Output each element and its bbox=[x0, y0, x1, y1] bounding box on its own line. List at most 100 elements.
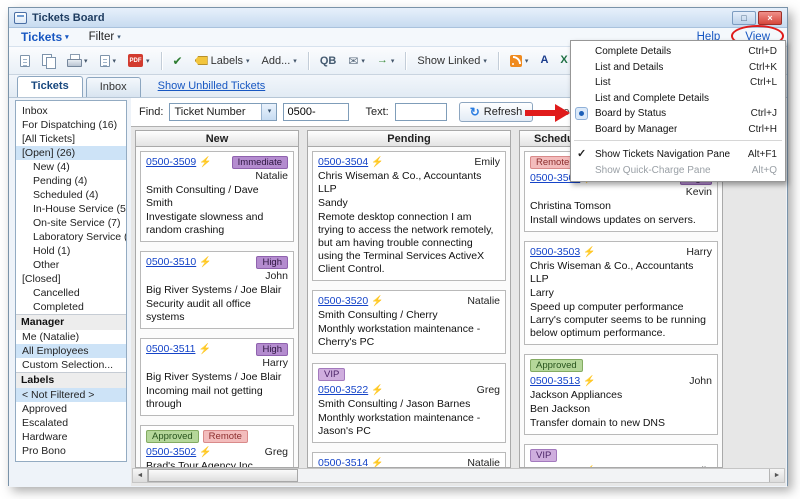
sidebar-item-open-26[interactable]: [Open] (26) bbox=[16, 146, 126, 160]
sidebar-item-pending-4[interactable]: Pending (4) bbox=[16, 174, 126, 188]
sidebar-item-escalated[interactable]: Escalated bbox=[16, 416, 126, 430]
ticket-row: 0500-3509⚡Immediate bbox=[146, 156, 288, 169]
refresh-button[interactable]: ↻ Refresh bbox=[459, 102, 534, 122]
rss-button[interactable]: ▾ bbox=[505, 50, 534, 72]
view-menu-item-board-by-manager[interactable]: Board by ManagerCtrl+H bbox=[571, 122, 785, 138]
chevron-down-icon: ▾ bbox=[261, 104, 276, 120]
ticket-card[interactable]: 0500-3509⚡ImmediateNatalieSmith Consulti… bbox=[140, 151, 294, 242]
ticket-link[interactable]: 0500-3504 bbox=[318, 156, 368, 169]
view-menu-item-list-and-details[interactable]: List and DetailsCtrl+K bbox=[571, 60, 785, 76]
lightning-icon: ⚡ bbox=[583, 246, 595, 259]
ticket-number-input[interactable] bbox=[283, 103, 349, 121]
show-linked-button[interactable]: Show Linked▾ bbox=[412, 50, 492, 72]
sidebar-item-for-dispatching-16[interactable]: For Dispatching (16) bbox=[16, 118, 126, 132]
sidebar-item-closed[interactable]: [Closed] bbox=[16, 272, 126, 286]
sidebar-item-cancelled[interactable]: Cancelled bbox=[16, 286, 126, 300]
font-button[interactable]: A bbox=[535, 50, 553, 72]
sidebar-item-all-employees[interactable]: All Employees bbox=[16, 344, 126, 358]
complete-button[interactable]: ✔ bbox=[168, 50, 188, 72]
ticket-link[interactable]: 0500-3511 bbox=[146, 343, 195, 356]
text-search-input[interactable] bbox=[395, 103, 447, 121]
ticket-card[interactable]: 0500-3510⚡HighJohnBig River Systems / Jo… bbox=[140, 251, 294, 329]
company-line: Smith Consulting / Cherry bbox=[318, 309, 500, 322]
show-unbilled-tickets-link[interactable]: Show Unbilled Tickets bbox=[158, 80, 266, 92]
sidebar-item-on-site-service-7[interactable]: On-site Service (7) bbox=[16, 216, 126, 230]
ticket-card[interactable]: VIP0500-3521⚡NatalieSmith Consulting / C… bbox=[524, 444, 718, 468]
add-button[interactable]: Add...▾ bbox=[257, 50, 302, 72]
sidebar-item-laboratory-service-1[interactable]: Laboratory Service (1) bbox=[16, 230, 126, 244]
tab-inbox[interactable]: Inbox bbox=[86, 77, 141, 97]
maximize-button[interactable]: □ bbox=[732, 11, 756, 25]
scroll-left-button[interactable]: ◄ bbox=[133, 469, 148, 482]
titlebar[interactable]: Tickets Board □ × bbox=[9, 8, 787, 28]
ticket-row: 0500-3520⚡Natalie bbox=[318, 295, 500, 308]
company-line: Ben Jackson bbox=[530, 403, 712, 416]
annotation-arrow bbox=[525, 102, 571, 124]
sidebar-item-all-tickets[interactable]: [All Tickets] bbox=[16, 132, 126, 146]
assignee-name: Greg bbox=[265, 446, 288, 459]
sidebar-item-hardware[interactable]: Hardware bbox=[16, 430, 126, 444]
sidebar-item-hold-1[interactable]: Hold (1) bbox=[16, 244, 126, 258]
ticket-link[interactable]: 0500-3522 bbox=[318, 384, 368, 397]
sidebar-item-approved[interactable]: Approved bbox=[16, 402, 126, 416]
board-horizontal-scrollbar[interactable]: ◄ ► bbox=[132, 468, 785, 483]
scrollbar-track[interactable] bbox=[148, 469, 769, 482]
print-button[interactable]: ▾ bbox=[62, 50, 93, 72]
ticket-description: Speed up computer performance Larry's co… bbox=[530, 301, 712, 340]
ticket-link[interactable]: 0500-3502 bbox=[146, 446, 196, 459]
sidebar-item-remote[interactable]: Remote bbox=[16, 458, 126, 462]
envelope-icon: ✉ bbox=[348, 55, 358, 67]
view-menu-item-board-by-status[interactable]: Board by StatusCtrl+J bbox=[571, 106, 785, 122]
pdf-button[interactable]: PDF▾ bbox=[123, 50, 155, 72]
tab-tickets[interactable]: Tickets bbox=[17, 76, 83, 97]
ticket-link[interactable]: 0500-3514 bbox=[318, 457, 368, 468]
toolbar-separator bbox=[405, 52, 406, 70]
label-badge-remote: Remote bbox=[203, 430, 248, 443]
close-button[interactable]: × bbox=[758, 11, 782, 25]
sidebar-item-not-filtered[interactable]: < Not Filtered > bbox=[16, 388, 126, 402]
ticket-link[interactable]: 0500-3513 bbox=[530, 375, 580, 388]
labels-button[interactable]: Labels▾ bbox=[190, 50, 255, 72]
copy-button[interactable] bbox=[37, 50, 60, 72]
scroll-right-button[interactable]: ► bbox=[769, 469, 784, 482]
ticket-link[interactable]: 0500-3503 bbox=[530, 246, 580, 259]
new-ticket-button[interactable] bbox=[15, 50, 35, 72]
ticket-card[interactable]: 0500-3504⚡EmilyChris Wiseman & Co., Acco… bbox=[312, 151, 506, 281]
priority-badge: High bbox=[256, 256, 288, 269]
ticket-link[interactable]: 0500-3509 bbox=[146, 156, 196, 169]
quickbooks-button[interactable]: QB bbox=[315, 50, 342, 72]
sidebar-item-inbox[interactable]: Inbox bbox=[16, 104, 126, 118]
sidebar-item-completed[interactable]: Completed bbox=[16, 300, 126, 314]
view-menu-item-show-tickets-navigation-pane[interactable]: ✓Show Tickets Navigation PaneAlt+F1 bbox=[571, 147, 785, 163]
email-button[interactable]: ✉▾ bbox=[343, 50, 370, 72]
ticket-card[interactable]: 0500-3514⚡NatalieJackson Appliances / Be… bbox=[312, 452, 506, 468]
filter-menu[interactable]: Filter ▾ bbox=[89, 31, 121, 43]
forward-arrow-icon: → bbox=[377, 55, 388, 66]
dropdown-caret-icon: ▾ bbox=[146, 57, 150, 65]
scrollbar-thumb[interactable] bbox=[148, 469, 298, 482]
forward-button[interactable]: →▾ bbox=[372, 50, 400, 72]
preview-button[interactable]: ▾ bbox=[95, 50, 122, 72]
sidebar-item-custom-selection[interactable]: Custom Selection... bbox=[16, 358, 126, 372]
ticket-card[interactable]: 0500-3503⚡HarryChris Wiseman & Co., Acco… bbox=[524, 241, 718, 345]
view-menu-item-complete-details[interactable]: Complete DetailsCtrl+D bbox=[571, 44, 785, 60]
view-menu-item-list[interactable]: ListCtrl+L bbox=[571, 75, 785, 91]
ticket-card[interactable]: 0500-3520⚡NatalieSmith Consulting / Cher… bbox=[312, 290, 506, 354]
view-menu-item-list-and-complete-details[interactable]: List and Complete Details bbox=[571, 91, 785, 107]
sidebar-item-me-natalie[interactable]: Me (Natalie) bbox=[16, 330, 126, 344]
ticket-link[interactable]: 0500-3520 bbox=[318, 295, 368, 308]
ticket-card[interactable]: Approved0500-3513⚡JohnJackson Appliances… bbox=[524, 354, 718, 435]
find-type-select[interactable]: Ticket Number ▾ bbox=[169, 103, 277, 121]
sidebar-item-other[interactable]: Other bbox=[16, 258, 126, 272]
sidebar-item-new-4[interactable]: New (4) bbox=[16, 160, 126, 174]
ticket-card[interactable]: VIP0500-3522⚡GregSmith Consulting / Jaso… bbox=[312, 363, 506, 443]
app-window: Tickets Board □ × Tickets ▾ Filter ▾ Hel… bbox=[8, 7, 788, 486]
ticket-card[interactable]: ApprovedRemote0500-3502⚡GregBrad's Tour … bbox=[140, 425, 294, 468]
label-row: ApprovedRemote bbox=[146, 430, 288, 443]
tickets-menu[interactable]: Tickets ▾ bbox=[21, 30, 69, 44]
sidebar-item-scheduled-4[interactable]: Scheduled (4) bbox=[16, 188, 126, 202]
ticket-card[interactable]: 0500-3511⚡HighHarryBig River Systems / J… bbox=[140, 338, 294, 416]
sidebar-item-in-house-service-5[interactable]: In-House Service (5) bbox=[16, 202, 126, 216]
sidebar-item-pro-bono[interactable]: Pro Bono bbox=[16, 444, 126, 458]
ticket-link[interactable]: 0500-3510 bbox=[146, 256, 196, 269]
